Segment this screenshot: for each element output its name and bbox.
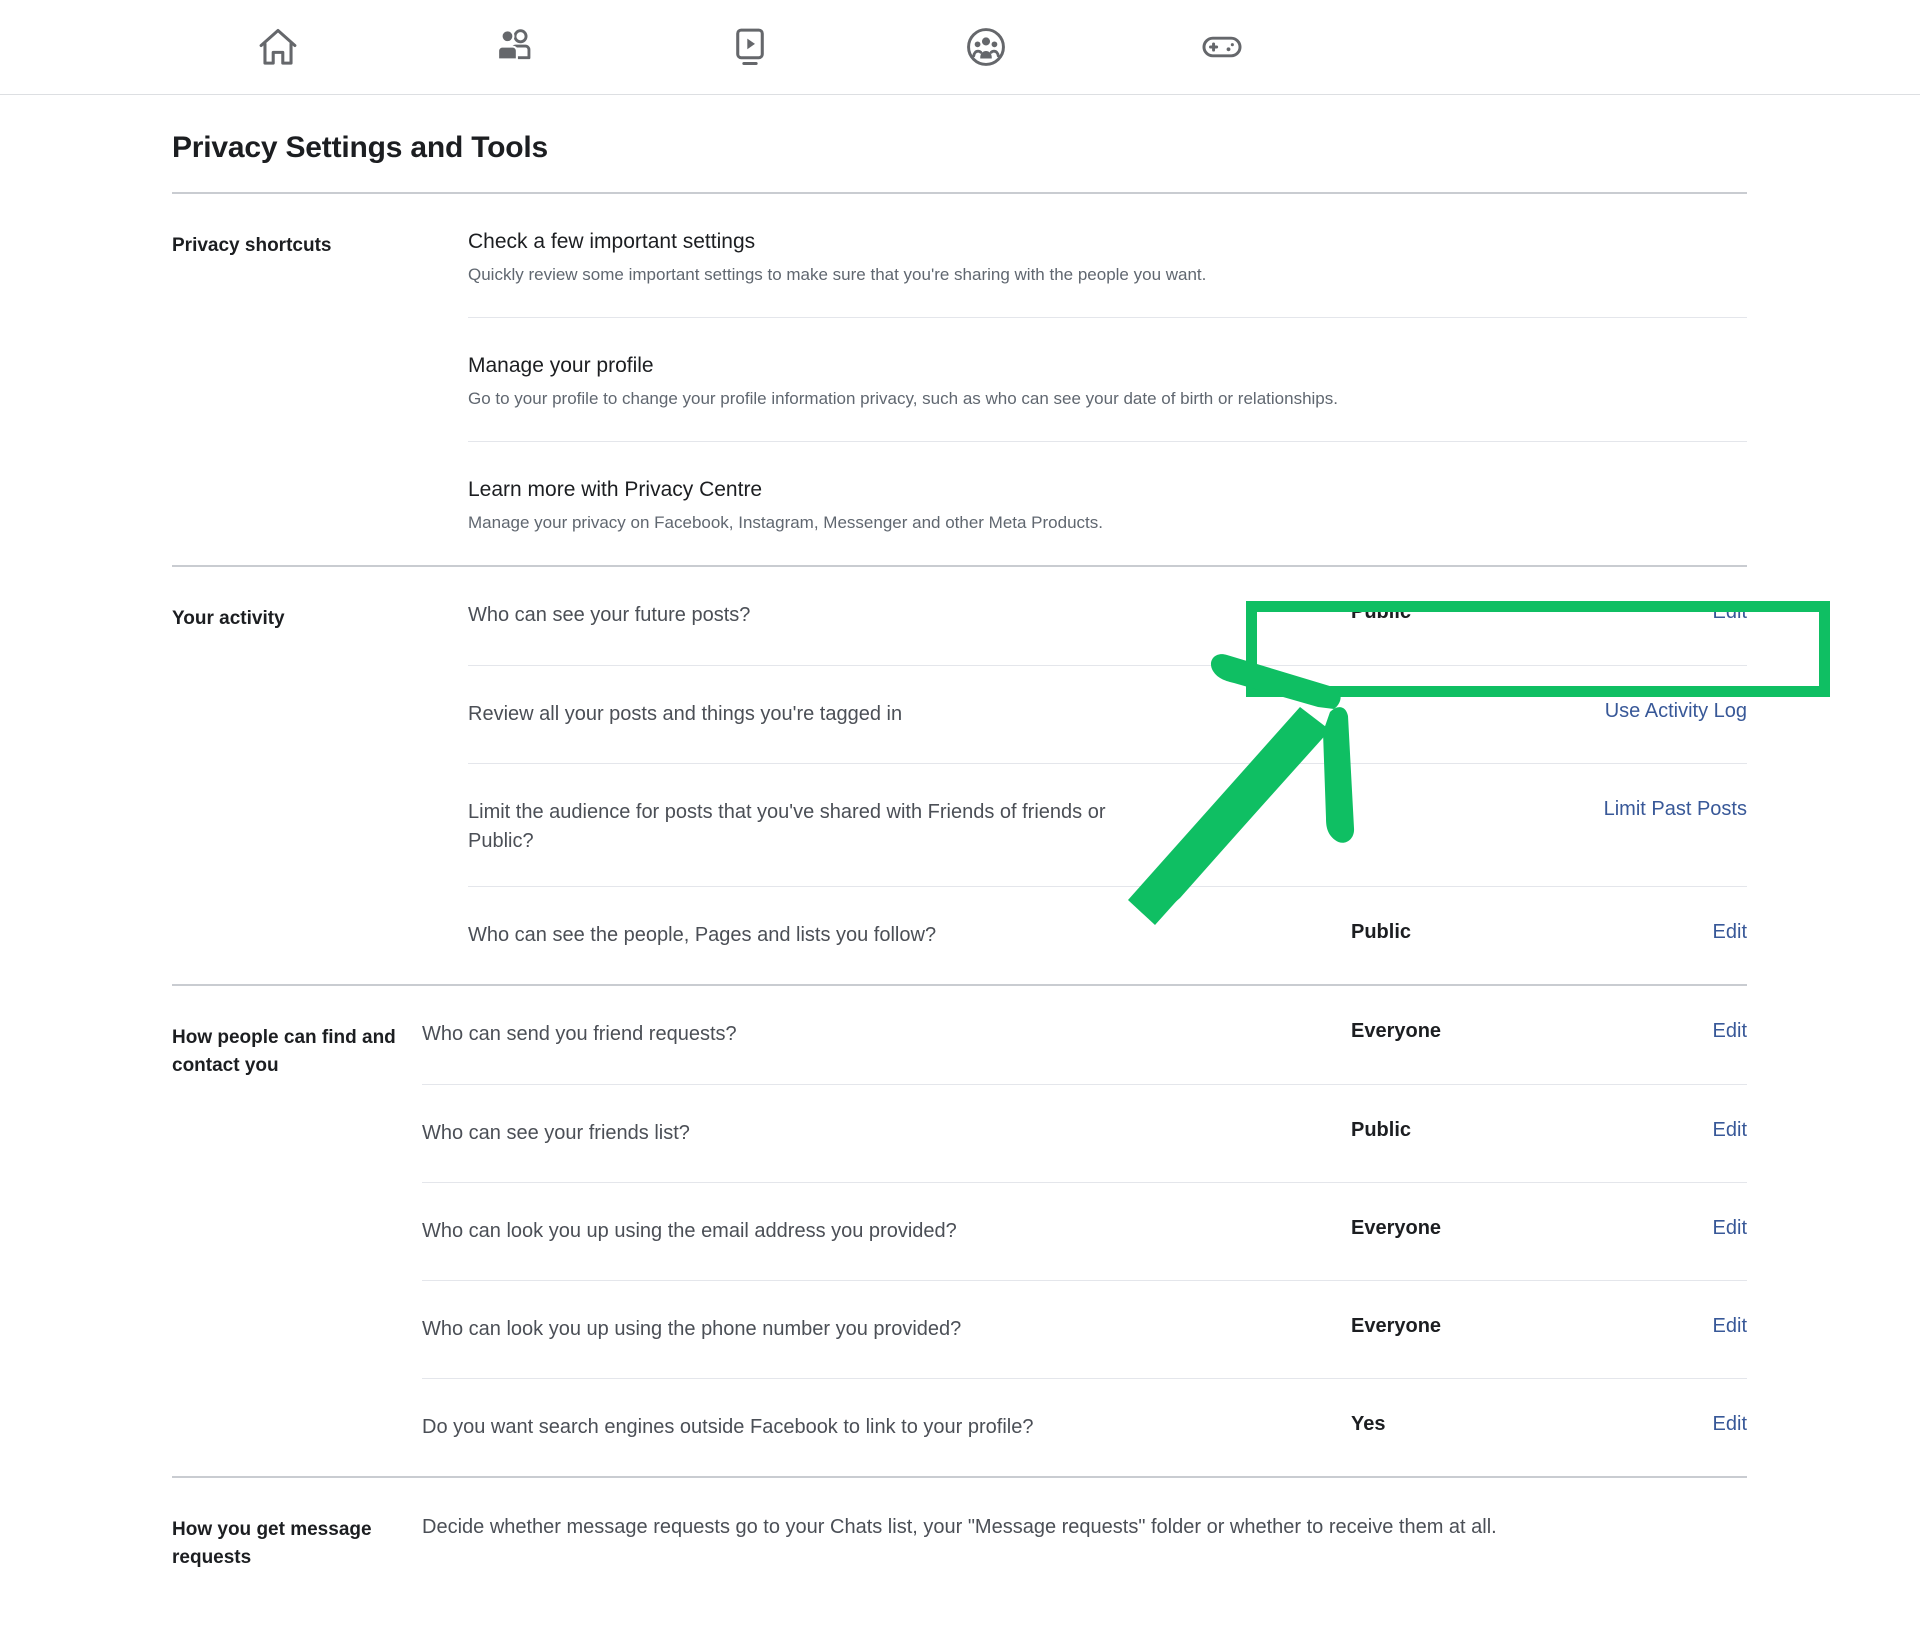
contact-row-friend-requests: Who can send you friend requests? Everyo… <box>422 986 1747 1084</box>
row-question: Who can look you up using the email addr… <box>422 1220 957 1243</box>
contact-row-friends-list: Who can see your friends list? Public Ed… <box>422 1084 1747 1182</box>
section-message-requests: How you get message requests Decide whet… <box>172 1476 1747 1572</box>
row-main: Who can look you up using the email addr… <box>422 1217 1337 1246</box>
row-question: Review all your posts and things you're … <box>468 703 903 726</box>
section-rows: Check a few important settings Quickly r… <box>468 194 1747 565</box>
row-value: Everyone <box>1351 1315 1442 1338</box>
row-description: Manage your privacy on Facebook, Instagr… <box>468 513 1103 533</box>
nav-item-gaming[interactable] <box>1104 0 1340 94</box>
row-main: Do you want search engines outside Faceb… <box>422 1413 1337 1442</box>
section-label: How people can find and contact you <box>172 1027 396 1076</box>
row-main: Limit the audience for posts that you've… <box>468 798 1277 856</box>
edit-link[interactable]: Edit <box>1567 1217 1747 1240</box>
edit-link[interactable]: Edit <box>1567 921 1747 944</box>
row-question: Limit the audience for posts that you've… <box>468 801 1106 853</box>
row-main: Who can see your friends list? <box>422 1119 1337 1148</box>
section-label: Your activity <box>172 608 285 630</box>
use-activity-log-link[interactable]: Use Activity Log <box>1507 700 1747 723</box>
row-description: Quickly review some important settings t… <box>468 265 1207 285</box>
edit-link[interactable]: Edit <box>1567 1413 1747 1436</box>
row-value: Public <box>1351 1119 1412 1142</box>
edit-link[interactable]: Edit <box>1567 601 1747 624</box>
row-value: Yes <box>1351 1413 1386 1436</box>
groups-icon <box>963 24 1009 70</box>
privacy-settings-page: Privacy Settings and Tools Privacy short… <box>0 95 1920 1572</box>
row-value: Public <box>1351 921 1412 944</box>
nav-item-friends[interactable] <box>396 0 632 94</box>
shortcut-row-manage-profile[interactable]: Manage your profile Go to your profile t… <box>468 317 1747 441</box>
section-find-and-contact: How people can find and contact you Who … <box>172 984 1747 1476</box>
row-question: Who can look you up using the phone numb… <box>422 1318 962 1341</box>
row-main: Learn more with Privacy Centre Manage yo… <box>468 476 1747 535</box>
contact-row-search-engines: Do you want search engines outside Faceb… <box>422 1378 1747 1476</box>
edit-link[interactable]: Edit <box>1567 1020 1747 1043</box>
row-question: Who can see your future posts? <box>468 604 751 627</box>
section-rows: Who can see your future posts? Public Ed… <box>468 567 1747 984</box>
row-heading: Manage your profile <box>468 354 654 378</box>
contact-row-phone-lookup: Who can look you up using the phone numb… <box>422 1280 1747 1378</box>
row-description: Go to your profile to change your profil… <box>468 389 1338 409</box>
section-privacy-shortcuts: Privacy shortcuts Check a few important … <box>172 194 1747 565</box>
activity-row-follows: Who can see the people, Pages and lists … <box>468 886 1747 984</box>
video-icon <box>727 24 773 70</box>
row-main: Who can look you up using the phone numb… <box>422 1315 1337 1344</box>
section-rows: Decide whether message requests go to yo… <box>422 1478 1747 1572</box>
row-main: Review all your posts and things you're … <box>468 700 1277 729</box>
row-question: Who can see the people, Pages and lists … <box>468 924 937 947</box>
nav-items <box>160 0 1340 94</box>
shortcut-row-privacy-centre[interactable]: Learn more with Privacy Centre Manage yo… <box>468 441 1747 565</box>
nav-item-home[interactable] <box>160 0 396 94</box>
activity-row-review-posts: Review all your posts and things you're … <box>468 665 1747 763</box>
row-main: Who can see your future posts? <box>468 601 1337 630</box>
row-heading: Check a few important settings <box>468 230 756 253</box>
activity-row-future-posts: Who can see your future posts? Public Ed… <box>468 567 1747 665</box>
row-heading: Learn more with Privacy Centre <box>468 478 763 502</box>
top-navigation-bar <box>0 0 1920 95</box>
row-main: Who can see the people, Pages and lists … <box>468 921 1337 950</box>
row-main: Manage your profile Go to your profile t… <box>468 352 1747 411</box>
contact-row-email-lookup: Who can look you up using the email addr… <box>422 1182 1747 1280</box>
section-rows: Who can send you friend requests? Everyo… <box>422 986 1747 1476</box>
row-value: Public <box>1351 601 1412 624</box>
home-icon <box>255 24 301 70</box>
row-question: Who can send you friend requests? <box>422 1023 737 1046</box>
message-requests-description: Decide whether message requests go to yo… <box>422 1516 1497 1539</box>
section-label: How you get message requests <box>172 1519 372 1568</box>
section-label: Privacy shortcuts <box>172 235 332 256</box>
row-question: Who can see your friends list? <box>422 1122 690 1145</box>
section-your-activity: Your activity Who can see your future po… <box>172 565 1747 984</box>
edit-link[interactable]: Edit <box>1567 1315 1747 1338</box>
row-question: Do you want search engines outside Faceb… <box>422 1416 1034 1439</box>
row-main: Check a few important settings Quickly r… <box>468 228 1747 287</box>
friends-icon <box>491 24 537 70</box>
page-title: Privacy Settings and Tools <box>172 131 549 164</box>
row-value: Everyone <box>1351 1217 1442 1240</box>
row-main: Who can send you friend requests? <box>422 1020 1337 1049</box>
row-value: Everyone <box>1351 1020 1442 1043</box>
limit-past-posts-link[interactable]: Limit Past Posts <box>1507 798 1747 821</box>
activity-row-limit-audience: Limit the audience for posts that you've… <box>468 763 1747 886</box>
nav-item-groups[interactable] <box>868 0 1104 94</box>
edit-link[interactable]: Edit <box>1567 1119 1747 1142</box>
shortcut-row-check-settings[interactable]: Check a few important settings Quickly r… <box>468 194 1747 317</box>
gaming-icon <box>1199 24 1245 70</box>
nav-item-video[interactable] <box>632 0 868 94</box>
